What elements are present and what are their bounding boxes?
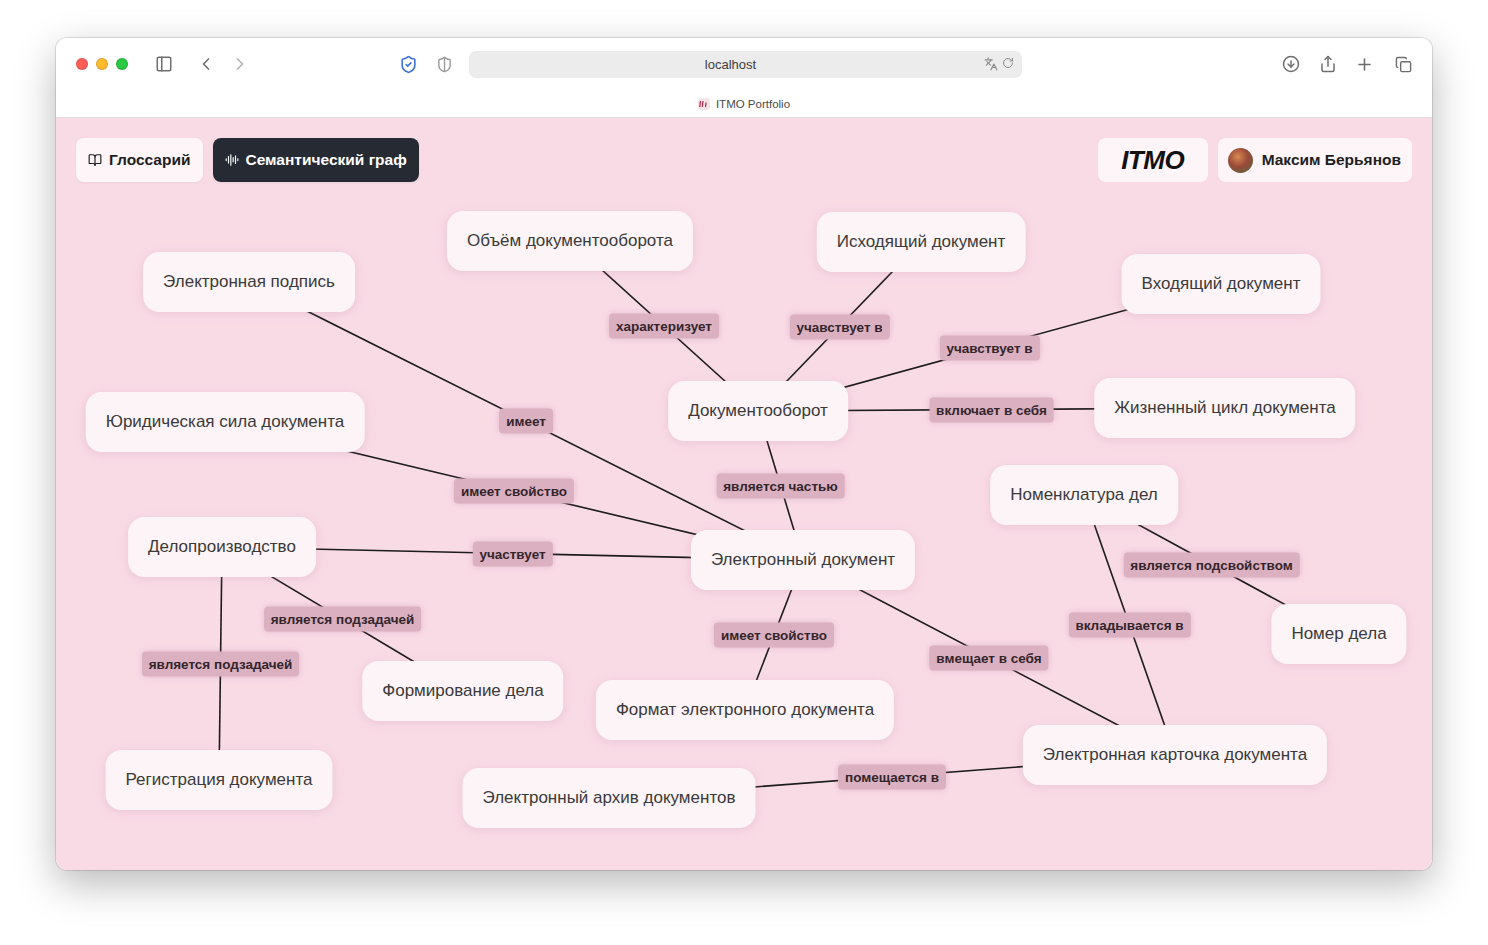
nav-button[interactable]: Глоссарий	[76, 138, 203, 182]
edge-label: учавствует в	[789, 314, 889, 339]
graph-node[interactable]: Электронный архив документов	[463, 768, 756, 828]
edge-label: является частью	[716, 473, 845, 498]
edge-label: характеризует	[609, 314, 719, 339]
graph-node[interactable]: Жизненный цикл документа	[1094, 378, 1355, 438]
app-content: имеет характеризует учавствует в учавствует…	[56, 118, 1432, 870]
edge-label: является подсвойством	[1123, 552, 1299, 577]
browser-toolbar: localhost	[56, 38, 1432, 90]
edge-label: учавствует в	[939, 335, 1039, 360]
graph-node[interactable]: Входящий документ	[1122, 254, 1321, 314]
avatar-icon	[1228, 148, 1253, 173]
edge-label: помещается в	[838, 764, 946, 789]
graph-node[interactable]: Формат электронного документа	[596, 680, 894, 740]
edge-label: имеет свойство	[714, 623, 834, 648]
zoom-button[interactable]	[116, 58, 128, 70]
book-icon	[88, 153, 102, 167]
reload-icon[interactable]	[1002, 57, 1014, 69]
tabs-overview-icon[interactable]	[1392, 53, 1414, 75]
graph-node[interactable]: Документооборот	[668, 381, 848, 441]
forward-icon[interactable]	[229, 53, 251, 75]
browser-window: localhost ITMO Portfolio имеет характеризуе…	[56, 38, 1432, 870]
graph-node[interactable]: Электронная карточка документа	[1023, 725, 1327, 785]
edge-label: вкладывается в	[1068, 613, 1190, 638]
edge-label: является подзадачей	[142, 651, 300, 676]
edge-label: вмещает в себя	[929, 645, 1048, 670]
browser-tab[interactable]: ITMO Portfolio	[56, 90, 1432, 117]
favicon-icon	[698, 98, 710, 110]
window-controls	[76, 58, 128, 70]
graph-node[interactable]: Номер дела	[1271, 604, 1406, 664]
edge-label: включает в себя	[929, 397, 1054, 422]
address-bar[interactable]: localhost	[469, 51, 1023, 78]
account-group: ITMO Максим Берьянов	[1098, 138, 1412, 182]
back-icon[interactable]	[195, 53, 217, 75]
user-name: Максим Берьянов	[1262, 151, 1401, 169]
edge-label: имеет	[499, 409, 553, 434]
nav-button[interactable]: Семантический граф	[213, 138, 419, 182]
share-icon[interactable]	[1317, 53, 1339, 75]
shield-half-icon[interactable]	[434, 53, 456, 75]
page: localhost ITMO Portfolio имеет характеризуе…	[0, 0, 1488, 945]
graph-node[interactable]: Юридическая сила документа	[86, 392, 365, 452]
sidebar-icon[interactable]	[153, 53, 175, 75]
shield-check-icon[interactable]	[398, 53, 420, 75]
browser-chrome: localhost ITMO Portfolio	[56, 38, 1432, 118]
translate-icon[interactable]	[984, 57, 998, 71]
close-button[interactable]	[76, 58, 88, 70]
graph-node[interactable]: Электронный документ	[691, 530, 915, 590]
semantic-graph: имеет характеризует учавствует в учавствует…	[56, 118, 1432, 870]
address-text: localhost	[477, 57, 985, 72]
graph-node[interactable]: Формирование дела	[362, 661, 563, 721]
graph-node[interactable]: Номенклатура дел	[990, 465, 1178, 525]
graph-node[interactable]: Электронная подпись	[143, 252, 355, 312]
graph-node[interactable]: Регистрация документа	[106, 750, 333, 810]
nav-group: ГлоссарийСемантический граф	[76, 138, 419, 182]
new-tab-icon[interactable]	[1353, 53, 1375, 75]
user-button[interactable]: Максим Берьянов	[1218, 138, 1412, 182]
minimize-button[interactable]	[96, 58, 108, 70]
edge-label: является подзадачей	[264, 607, 422, 632]
tab-title: ITMO Portfolio	[716, 98, 790, 110]
graph-node[interactable]: Делопроизводство	[128, 517, 316, 577]
graph-node[interactable]: Исходящий документ	[817, 212, 1026, 272]
edge-label: участвует	[472, 541, 552, 566]
itmo-logo[interactable]: ITMO	[1098, 138, 1208, 182]
graph-node[interactable]: Объём документооборота	[447, 211, 693, 271]
address-icons	[984, 57, 1014, 71]
download-icon[interactable]	[1280, 53, 1302, 75]
audio-lines-icon	[225, 153, 239, 167]
edge-label: имеет свойство	[454, 479, 574, 504]
top-bar: ГлоссарийСемантический граф ITMO Максим Бе…	[56, 118, 1432, 182]
